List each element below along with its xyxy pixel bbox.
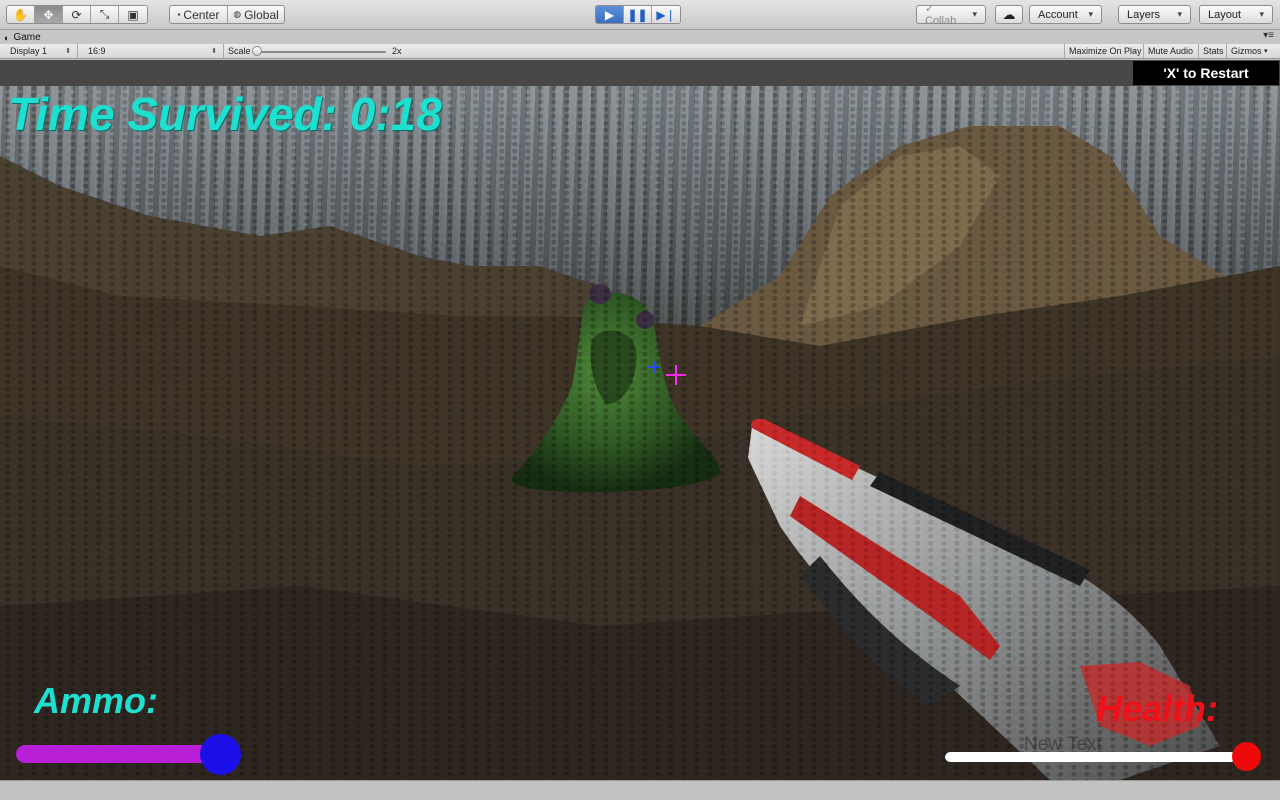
scale-slider-track[interactable] [256, 51, 386, 53]
move-tool-icon[interactable]: ✥ [35, 6, 63, 23]
layout-dropdown[interactable]: Layout [1199, 5, 1273, 24]
ground-texture [0, 86, 1280, 780]
cloud-button[interactable]: ☁ [995, 5, 1023, 24]
health-bar-handle [1232, 742, 1261, 771]
transform-tools: ✋ ✥ ⟳ ⤡ ▣ [6, 5, 148, 24]
pivot-global-label: Global [244, 7, 279, 22]
account-dropdown[interactable]: Account [1029, 5, 1102, 24]
rotate-tool-icon[interactable]: ⟳ [63, 6, 91, 23]
health-label: Health: [1096, 688, 1219, 729]
time-survived-text: Time Survived: 0:18 [8, 88, 442, 140]
scale-value: 2x [392, 46, 402, 56]
cloud-icon: ☁ [1002, 6, 1016, 22]
scale-label: Scale [228, 46, 251, 56]
stats-toggle[interactable]: Stats [1198, 44, 1228, 58]
globe-icon: ◍ [233, 9, 242, 19]
mute-audio-toggle[interactable]: Mute Audio [1143, 44, 1197, 58]
scale-slider-handle[interactable] [252, 46, 262, 56]
unity-toolbar: ✋ ✥ ⟳ ⤡ ▣ ▪ Center ◍ Global ▶ ❚❚ ▶❘ ✓ Co… [0, 0, 1280, 30]
tab-game[interactable]: ◐ Game [4, 31, 41, 44]
aspect-select[interactable]: 16:9 ⬍ [82, 44, 224, 58]
pivot-global-button[interactable]: ◍ Global [228, 6, 284, 23]
check-icon: ✓ [925, 3, 935, 15]
game-controller-icon: ◐ [4, 32, 10, 43]
layout-label: Layout [1208, 8, 1242, 21]
collab-label: ✓ Collab [925, 3, 957, 27]
step-button-icon[interactable]: ▶❘ [652, 6, 680, 23]
collab-dropdown[interactable]: ✓ Collab [916, 3, 986, 27]
ammo-bar-fill [16, 745, 216, 763]
playback-controls: ▶ ❚❚ ▶❘ [595, 5, 681, 24]
maximize-on-play-toggle[interactable]: Maximize On Play [1064, 44, 1146, 58]
ammo-bar-handle [200, 734, 241, 775]
layers-dropdown[interactable]: Layers [1118, 5, 1191, 24]
updown-icon: ⬍ [211, 48, 217, 55]
updown-icon: ⬍ [65, 48, 71, 55]
tab-game-label: Game [13, 32, 41, 43]
game-tab-bar: ◐ Game ▾≡ [0, 30, 1280, 44]
hand-tool-icon[interactable]: ✋ [7, 6, 35, 23]
health-bar-track [945, 752, 1245, 762]
game-scene[interactable] [0, 86, 1280, 780]
pause-button-icon[interactable]: ❚❚ [624, 6, 652, 23]
ammo-label: Ammo: [34, 680, 158, 721]
status-bar [0, 780, 1280, 800]
restart-hint: 'X' to Restart [1133, 61, 1279, 85]
rect-tool-icon[interactable]: ▣ [119, 6, 147, 23]
scale-tool-icon[interactable]: ⤡ [91, 6, 119, 23]
pivot-toggles: ▪ Center ◍ Global [169, 5, 285, 24]
gizmos-dropdown[interactable]: Gizmos ▾ [1226, 44, 1272, 58]
layers-label: Layers [1127, 8, 1161, 21]
ammo-bar-track [16, 745, 222, 763]
account-label: Account [1038, 8, 1078, 21]
display-label: Display 1 [10, 46, 48, 56]
aspect-label: 16:9 [88, 46, 106, 56]
display-select[interactable]: Display 1 ⬍ [4, 44, 78, 58]
pivot-center-button[interactable]: ▪ Center [170, 6, 228, 23]
play-button-icon[interactable]: ▶ [596, 6, 624, 23]
pivot-center-label: Center [183, 7, 220, 22]
game-view-toolbar: Display 1 ⬍ 16:9 ⬍ Scale 2x Maximize On … [0, 44, 1280, 59]
health-bar-fill [945, 752, 1236, 762]
pivot-center-icon: ▪ [177, 10, 181, 19]
tab-menu-icon[interactable]: ▾≡ [1263, 30, 1274, 41]
